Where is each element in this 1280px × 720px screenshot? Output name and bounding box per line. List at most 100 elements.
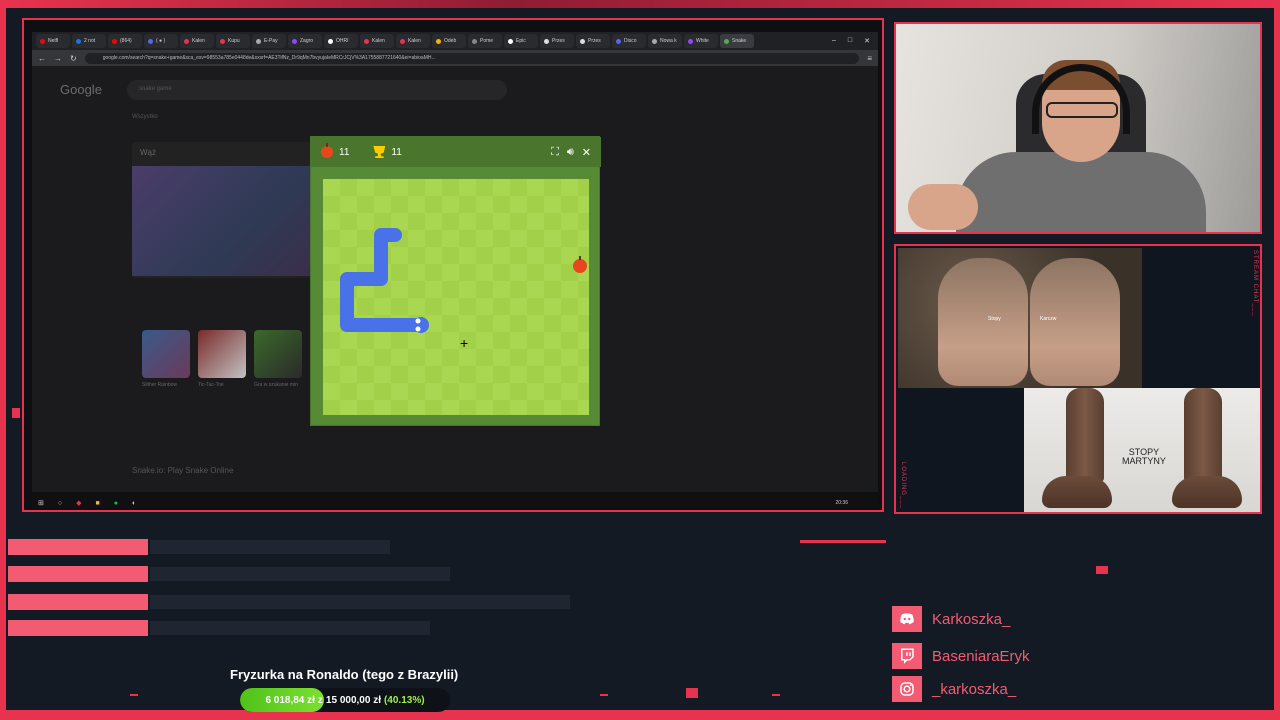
tab-favicon-icon xyxy=(40,38,45,44)
deco-line xyxy=(772,694,780,696)
result-link[interactable]: Snake.io: Play Snake Online xyxy=(132,466,233,475)
snake-eye xyxy=(415,318,421,324)
feet-caption: STOPY MARTYNY xyxy=(1122,448,1166,466)
browser-tab[interactable]: Kupu xyxy=(216,34,250,48)
goal-title: Fryzurka na Ronaldo (tego z Brazylii) xyxy=(230,667,459,682)
tab-label: E-Pay xyxy=(264,38,278,44)
frame-bottom xyxy=(0,710,1280,720)
browser-tab[interactable]: Odeb xyxy=(432,34,466,48)
feet-image-dirty: Stopy Karczw xyxy=(898,248,1142,388)
goal-target: 15 000,00 zł xyxy=(325,694,381,706)
browser-tab[interactable]: Przes xyxy=(576,34,610,48)
tab-label: Pome xyxy=(480,38,494,44)
spotify-icon[interactable]: ● xyxy=(114,500,118,507)
fullscreen-icon[interactable]: ⛶ xyxy=(551,146,559,159)
browser-tab[interactable]: Netfl xyxy=(36,34,70,48)
snake-result-card[interactable]: Wąż xyxy=(132,142,312,278)
deco-line xyxy=(800,540,886,543)
feet-label-right: Karczw xyxy=(1040,316,1057,322)
browser-tab[interactable]: Kalen xyxy=(360,34,394,48)
browser-tab[interactable]: OHRI xyxy=(324,34,358,48)
google-search-input[interactable]: snake game xyxy=(127,80,507,100)
browser-tab[interactable]: Kalen xyxy=(180,34,214,48)
tab-label: Kalen xyxy=(192,38,205,44)
deco-bar-ghost xyxy=(150,595,570,609)
thumb-label: Slither Rainbow xyxy=(142,382,178,388)
deco-block xyxy=(686,688,698,698)
tab-favicon-icon xyxy=(688,38,693,44)
thumb-minesweeper[interactable] xyxy=(254,330,302,378)
thumb-slither[interactable] xyxy=(142,330,190,378)
close-icon[interactable]: ✕ xyxy=(582,146,591,159)
tab-all[interactable]: Wszystko xyxy=(132,114,158,120)
browser-tab[interactable]: ( ● ) xyxy=(144,34,178,48)
browser-tab[interactable]: Epic xyxy=(504,34,538,48)
minimize-icon[interactable]: – xyxy=(832,37,836,45)
browser-tab[interactable]: 2 not xyxy=(72,34,106,48)
discord-name: Karkoszka_ xyxy=(932,610,1011,628)
deco-bar xyxy=(8,539,148,555)
browser-tab[interactable]: E-Pay xyxy=(252,34,286,48)
windows-start-icon[interactable]: ⊞ xyxy=(38,499,44,507)
browser-tab[interactable]: Nowa k xyxy=(648,34,682,48)
thumb-label: Gra w szukanie min xyxy=(254,382,298,388)
search-icon[interactable]: ○ xyxy=(58,500,62,507)
tab-favicon-icon xyxy=(364,38,369,44)
leg-right xyxy=(1184,388,1222,482)
tab-label: Odeb xyxy=(444,38,457,44)
tab-favicon-icon xyxy=(616,38,621,44)
trophy-icon xyxy=(373,146,386,158)
foot-right xyxy=(1030,258,1120,386)
snake-game-window[interactable]: 11 11 ⛶ 🔊︎ ✕ + xyxy=(310,136,601,426)
tab-favicon-icon xyxy=(220,38,225,44)
google-logo[interactable]: Google xyxy=(60,82,102,97)
tab-label: Zagro xyxy=(300,38,314,44)
instagram-icon xyxy=(892,676,922,702)
menu-icon[interactable]: ≡ xyxy=(867,54,872,63)
tab-label: Disco xyxy=(624,38,637,44)
goal-progress-bar: 6 018,84 zł z 15 000,00 zł (40.13%) xyxy=(240,688,450,712)
deco-bar xyxy=(8,620,148,636)
thumb-tictactoe[interactable] xyxy=(198,330,246,378)
tab-favicon-icon xyxy=(544,38,549,44)
browser-icon[interactable]: ◆ xyxy=(76,499,81,507)
frame-top xyxy=(0,0,1280,8)
browser-tab[interactable]: Zagro xyxy=(288,34,322,48)
browser-tab[interactable]: White xyxy=(684,34,718,48)
tab-label: Snake xyxy=(732,38,747,44)
leg-left xyxy=(1066,388,1104,482)
close-window-icon[interactable]: ✕ xyxy=(864,37,870,45)
loading-label: LOADING___ xyxy=(900,462,906,510)
snake-illustration xyxy=(132,166,312,276)
maximize-icon[interactable]: □ xyxy=(848,37,852,45)
forward-arrow-icon[interactable]: → xyxy=(54,54,62,63)
tab-label: Nowa k xyxy=(660,38,677,44)
snake-eye xyxy=(415,326,421,332)
deco-bar xyxy=(8,594,148,610)
tab-favicon-icon xyxy=(256,38,261,44)
caption-line: MARTYNY xyxy=(1122,456,1166,466)
back-arrow-icon[interactable]: ← xyxy=(38,54,46,63)
reload-icon[interactable]: ↻ xyxy=(70,54,77,63)
social-instagram: _karkoszka_ xyxy=(892,676,1016,702)
browser-tab[interactable]: Przes xyxy=(540,34,574,48)
sound-icon[interactable]: 🔊︎ xyxy=(567,146,574,159)
feet-label-left: Stopy xyxy=(988,316,1001,322)
thumb-label: Tic-Tac-Toe xyxy=(198,382,224,388)
game-board[interactable]: + xyxy=(323,179,589,415)
browser-tab[interactable]: Kalen xyxy=(396,34,430,48)
folder-icon[interactable]: ■ xyxy=(96,500,100,507)
deco-line xyxy=(600,694,608,696)
url-field[interactable]: google.com/search?q=snake+game&sca_esv=9… xyxy=(84,52,860,64)
crosshair-cursor-icon: + xyxy=(460,335,469,351)
deco-bar-ghost xyxy=(150,567,450,581)
browser-tab[interactable]: Disco xyxy=(612,34,646,48)
tab-label: Kalen xyxy=(372,38,385,44)
browser-tab[interactable]: Snake xyxy=(720,34,754,48)
tab-label: Przes xyxy=(552,38,565,44)
tab-label: 2 not xyxy=(84,38,96,44)
browser-tab[interactable]: (864) xyxy=(108,34,142,48)
feet-image-clean: STOPY MARTYNY xyxy=(1024,388,1260,512)
steam-icon[interactable]: ◐ xyxy=(132,500,136,507)
browser-tab[interactable]: Pome xyxy=(468,34,502,48)
